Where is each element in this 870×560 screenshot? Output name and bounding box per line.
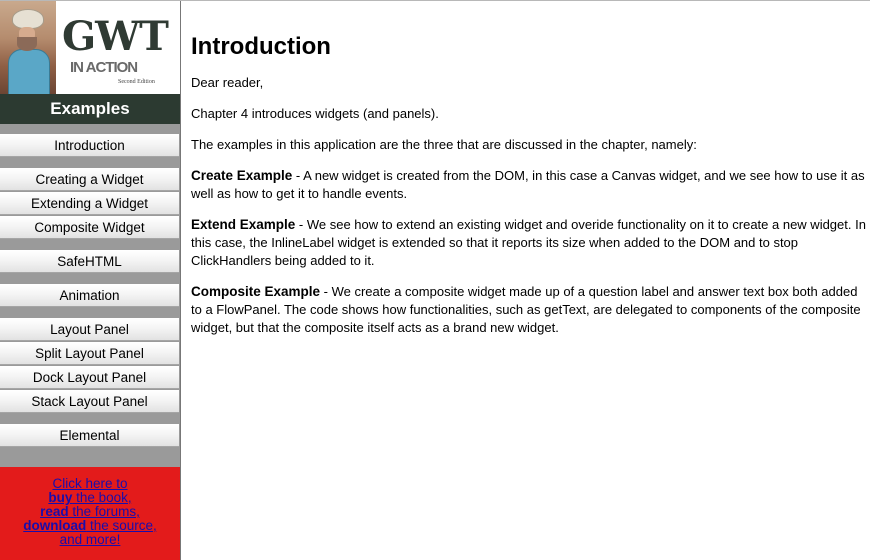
promo-buy: buy [48,490,73,505]
promo-buy-rest: the book, [72,490,132,505]
create-example-paragraph: Create Example - A new widget is created… [191,167,867,203]
composite-example-title: Composite Example [191,284,321,299]
promo-download-rest: the source, [86,518,157,533]
page-title: Introduction [191,33,331,60]
extend-example-paragraph: Extend Example - We see how to extend an… [191,216,867,270]
promo-read-rest: the forums, [68,504,140,519]
logo-edition: Second Edition [118,79,155,85]
gwt-in-action-logo: GWT IN ACTION Second Edition [0,1,180,94]
promo-buy-link[interactable]: buy the book, [48,490,131,505]
create-example-text: - A new widget is created from the DOM, … [191,168,865,201]
intro-text: Chapter 4 introduces widgets (and panels… [191,106,439,121]
nav-item-extending-a-widget[interactable]: Extending a Widget [0,192,179,215]
promo-download-link[interactable]: download the source, [23,518,157,533]
create-example-title: Create Example [191,168,293,183]
promo-click-here-link[interactable]: Click here to [52,476,127,491]
examples-header: Examples [0,94,180,124]
extend-example-title: Extend Example [191,217,296,232]
promo-more-link[interactable]: and more! [60,532,121,547]
nav-item-elemental[interactable]: Elemental [0,424,179,447]
sidebar: GWT IN ACTION Second Edition Examples In… [0,1,181,560]
nav-item-safehtml[interactable]: SafeHTML [0,250,179,273]
book-cover-figure-icon [0,1,56,94]
nav-item-animation[interactable]: Animation [0,284,179,307]
nav-item-creating-a-widget[interactable]: Creating a Widget [0,168,179,191]
promo-download: download [23,518,87,533]
examples-intro-text: The examples in this application are the… [191,137,697,152]
promo-box: Click here to buy the book, read the for… [0,467,180,560]
logo-subtitle: IN ACTION [70,59,138,76]
promo-read: read [40,504,69,519]
nav-item-introduction[interactable]: Introduction [0,134,179,157]
greeting: Dear reader, [191,75,264,90]
nav-item-layout-panel[interactable]: Layout Panel [0,318,179,341]
nav-item-split-layout-panel[interactable]: Split Layout Panel [0,342,179,365]
nav-item-stack-layout-panel[interactable]: Stack Layout Panel [0,390,179,413]
logo-title: GWT [62,13,169,60]
nav-item-composite-widget[interactable]: Composite Widget [0,216,179,239]
composite-example-paragraph: Composite Example - We create a composit… [191,283,867,337]
nav-item-dock-layout-panel[interactable]: Dock Layout Panel [0,366,179,389]
promo-read-link[interactable]: read the forums, [40,504,140,519]
main-content: Introduction Dear reader, Chapter 4 intr… [191,0,867,560]
